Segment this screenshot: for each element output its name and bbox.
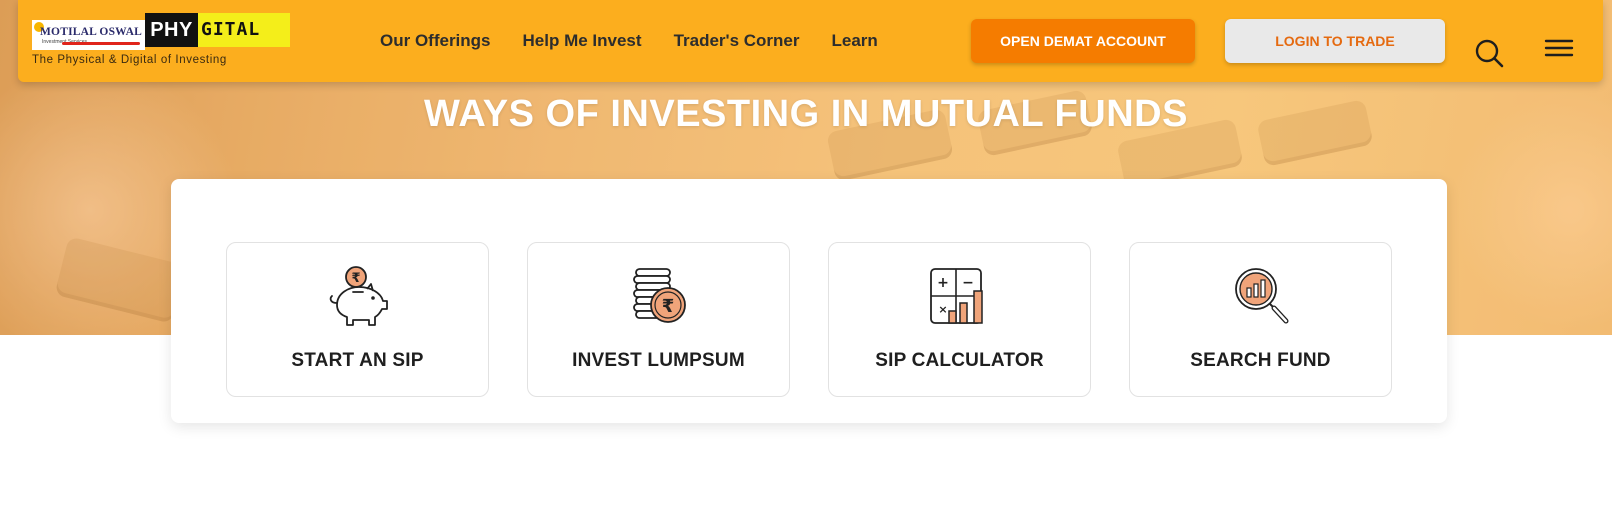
option-search-fund[interactable]: SEARCH FUND	[1129, 242, 1392, 397]
hamburger-menu-icon[interactable]	[1544, 36, 1574, 60]
logo-gital: GITAL	[198, 13, 290, 47]
svg-text:₹: ₹	[661, 296, 674, 317]
option-label: START AN SIP	[291, 350, 424, 371]
login-to-trade-button[interactable]: LOGIN TO TRADE	[1225, 19, 1445, 63]
site-header: MOTILAL OSWAL Investment Services PHY GI…	[18, 0, 1603, 82]
main-nav: Our Offerings Help Me Invest Trader's Co…	[380, 31, 878, 51]
option-label: SEARCH FUND	[1190, 350, 1331, 371]
svg-text:+: +	[937, 275, 949, 291]
investment-options-panel: ₹ START AN SIP ₹ INVEST LUMPSUM + − × SI…	[171, 179, 1447, 423]
motilal-oswal-logo: MOTILAL OSWAL Investment Services	[32, 20, 145, 50]
nav-help-me-invest[interactable]: Help Me Invest	[523, 31, 642, 51]
option-sip-calculator[interactable]: + − × SIP CALCULATOR	[828, 242, 1091, 397]
svg-text:−: −	[962, 275, 974, 291]
option-label: SIP CALCULATOR	[875, 350, 1044, 371]
option-label: INVEST LUMPSUM	[572, 350, 745, 371]
calculator-chart-icon: + − ×	[925, 265, 995, 329]
hero-title: WAYS OF INVESTING IN MUTUAL FUNDS	[424, 93, 1188, 135]
page: MOTILAL OSWAL Investment Services PHY GI…	[0, 0, 1612, 507]
brand-tagline: The Physical & Digital of Investing	[32, 54, 227, 66]
search-icon[interactable]	[1474, 38, 1506, 70]
option-start-an-sip[interactable]: ₹ START AN SIP	[226, 242, 489, 397]
svg-text:₹: ₹	[351, 271, 360, 286]
logo-phy: PHY	[145, 13, 198, 47]
nav-traders-corner[interactable]: Trader's Corner	[674, 31, 800, 51]
open-demat-account-button[interactable]: OPEN DEMAT ACCOUNT	[971, 19, 1195, 63]
nav-our-offerings[interactable]: Our Offerings	[380, 31, 491, 51]
magnifier-chart-icon	[1226, 265, 1296, 329]
brand-logo[interactable]: MOTILAL OSWAL Investment Services PHY GI…	[32, 13, 290, 71]
piggy-bank-rupee-icon: ₹	[323, 265, 393, 329]
nav-learn[interactable]: Learn	[832, 31, 878, 51]
svg-text:×: ×	[938, 303, 947, 316]
coin-stack-rupee-icon: ₹	[624, 265, 694, 329]
option-invest-lumpsum[interactable]: ₹ INVEST LUMPSUM	[527, 242, 790, 397]
